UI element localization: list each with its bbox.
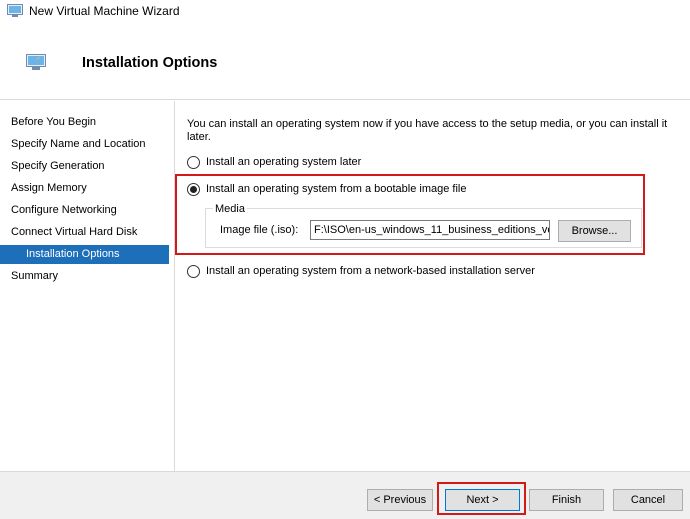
hyper-v-icon [7, 4, 23, 17]
option-bootable-image[interactable]: Install an operating system from a boota… [187, 181, 466, 197]
option-network-server[interactable]: Install an operating system from a netwo… [187, 263, 535, 279]
option-install-later[interactable]: Install an operating system later [187, 154, 361, 170]
radio-network-server[interactable] [187, 264, 200, 278]
nav-item-specify-generation[interactable]: Specify Generation [0, 157, 169, 176]
nav-item-assign-memory[interactable]: Assign Memory [0, 179, 169, 198]
nav-item-configure-networking[interactable]: Configure Networking [0, 201, 169, 220]
nav-item-before-you-begin[interactable]: Before You Begin [0, 113, 169, 132]
iso-file-label: Image file (.iso): [220, 224, 299, 236]
window-title: New Virtual Machine Wizard [29, 4, 180, 18]
intro-text: You can install an operating system now … [187, 118, 668, 143]
wizard-header: Installation Options [0, 22, 690, 100]
nav-item-summary[interactable]: Summary [0, 267, 169, 286]
nav-item-connect-virtual-hard-disk[interactable]: Connect Virtual Hard Disk [0, 223, 169, 242]
wizard-nav: Before You Begin Specify Name and Locati… [0, 101, 175, 471]
title-bar: New Virtual Machine Wizard [0, 0, 690, 22]
media-legend: Media [213, 203, 247, 215]
virtual-machine-icon [26, 54, 46, 70]
option-bootable-image-label: Install an operating system from a boota… [206, 183, 467, 195]
radio-install-later[interactable] [187, 155, 200, 169]
option-network-server-label: Install an operating system from a netwo… [206, 265, 535, 277]
browse-button[interactable]: Browse... [558, 220, 631, 242]
radio-bootable-image[interactable] [187, 182, 200, 196]
option-install-later-label: Install an operating system later [206, 156, 362, 168]
cancel-button[interactable]: Cancel [613, 489, 683, 511]
previous-button[interactable]: < Previous [367, 489, 433, 511]
nav-item-specify-name-location[interactable]: Specify Name and Location [0, 135, 169, 154]
nav-item-installation-options[interactable]: Installation Options [0, 245, 169, 264]
iso-file-input[interactable]: F:\ISO\en-us_windows_11_business_edition… [310, 220, 550, 240]
highlight-box-next [437, 482, 526, 515]
page-title: Installation Options [82, 55, 218, 71]
finish-button[interactable]: Finish [529, 489, 604, 511]
